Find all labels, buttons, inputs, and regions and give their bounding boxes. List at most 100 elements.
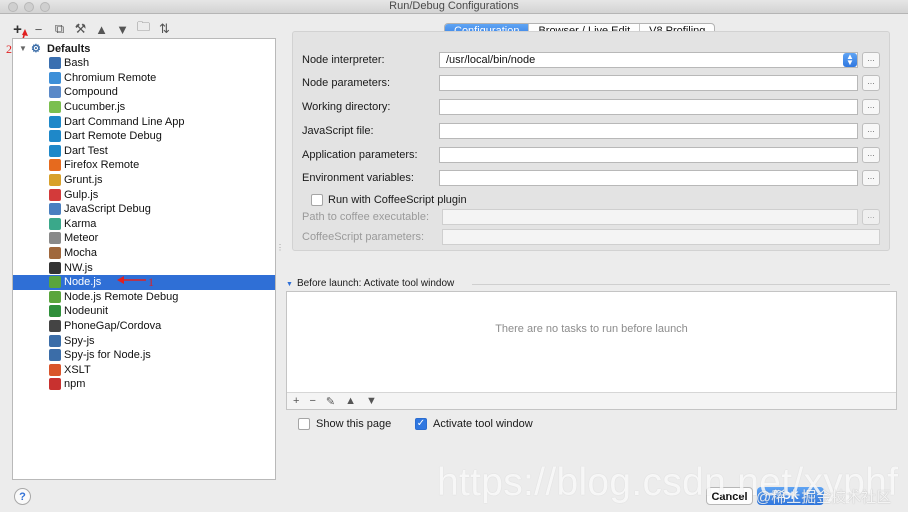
tree-item[interactable]: Gulp.js — [13, 187, 275, 202]
tree-item-label: Bash — [64, 57, 90, 70]
config-tree[interactable]: ▼ ⚙ Defaults Bash Chromium Remote Compound… — [12, 38, 276, 480]
tree-item[interactable]: Dart Remote Debug — [13, 129, 275, 144]
splitter-handle[interactable]: ⋮ — [276, 243, 284, 252]
tree-item[interactable]: Node.js Remote Debug — [13, 290, 275, 305]
show-this-page-checkbox[interactable] — [298, 418, 310, 430]
environment-variables-browse-button[interactable]: ... — [862, 170, 880, 186]
defaults-wrench-icon: ⚙ — [31, 43, 41, 55]
application-parameters-browse-button[interactable]: ... — [862, 147, 880, 163]
tree-item[interactable]: Grunt.js — [13, 173, 275, 188]
config-type-icon — [49, 349, 61, 362]
move-up-button[interactable]: ▲ — [94, 22, 109, 37]
activate-tool-window-checkbox[interactable]: ✓ — [415, 418, 427, 430]
before-launch-title: Before launch: Activate tool window — [296, 278, 455, 289]
folder-icon: 🗀 — [136, 19, 150, 34]
move-task-down-icon[interactable]: ▼ — [366, 395, 377, 407]
tree-item-label: NW.js — [64, 261, 93, 274]
coffee-path-input[interactable] — [442, 209, 858, 225]
before-launch-header[interactable]: ▼ Before launch: Activate tool window — [286, 278, 454, 289]
remove-button[interactable]: − — [31, 22, 46, 37]
config-type-icon — [49, 188, 61, 201]
copy-button[interactable]: ⧉ — [52, 21, 67, 37]
tree-item[interactable]: Spy-js — [13, 333, 275, 348]
before-launch-task-list[interactable]: There are no tasks to run before launch … — [286, 291, 897, 410]
working-directory-browse-button[interactable]: ... — [862, 99, 880, 115]
edit-task-icon[interactable]: ✎ — [326, 395, 335, 408]
help-button[interactable]: ? — [14, 488, 31, 505]
tree-item[interactable]: Bash — [13, 56, 275, 71]
tree-item-label: Node.js Remote Debug — [64, 290, 179, 303]
add-task-icon[interactable]: + — [293, 395, 299, 407]
application-parameters-input[interactable] — [439, 147, 858, 163]
tree-item[interactable]: Dart Command Line App — [13, 114, 275, 129]
tree-item-label: JavaScript Debug — [64, 203, 151, 216]
tree-item[interactable]: npm — [13, 377, 275, 392]
tree-item-label: Spy-js for Node.js — [64, 349, 151, 362]
before-launch-toolbar: + − ✎ ▲ ▼ — [287, 392, 896, 409]
expand-arrow-icon[interactable]: ▼ — [19, 44, 31, 53]
tree-root-defaults[interactable]: ▼ ⚙ Defaults — [19, 41, 90, 56]
select-chevron-icon: ▲ ▼ — [843, 53, 857, 67]
tree-root-label: Defaults — [47, 42, 91, 55]
config-type-icon — [49, 290, 61, 303]
node-parameters-input[interactable] — [439, 75, 858, 91]
config-type-icon — [49, 174, 61, 187]
node-parameters-browse-button[interactable]: ... — [862, 75, 880, 91]
application-parameters-label: Application parameters: — [302, 149, 418, 161]
show-this-page-label: Show this page — [316, 418, 392, 430]
tree-item[interactable]: Cucumber.js — [13, 100, 275, 115]
collapse-triangle-icon[interactable]: ▼ — [286, 281, 293, 288]
tree-item-label: Dart Command Line App — [64, 115, 185, 128]
arrow-up-icon: ▲ — [95, 21, 108, 37]
working-directory-input[interactable] — [439, 99, 858, 115]
coffeescript-plugin-checkbox[interactable] — [311, 194, 323, 206]
title-bar: Run/Debug Configurations — [0, 0, 908, 14]
tree-item-label: Compound — [64, 86, 118, 99]
config-type-icon — [49, 217, 61, 230]
sort-icon: ⇅ — [159, 21, 170, 36]
environment-variables-label: Environment variables: — [302, 172, 414, 184]
tree-item-label: Karma — [64, 217, 97, 230]
environment-variables-input[interactable] — [439, 170, 858, 186]
tree-item[interactable]: Dart Test — [13, 144, 275, 159]
tree-item[interactable]: Spy-js for Node.js — [13, 348, 275, 363]
config-type-icon — [49, 130, 61, 143]
tree-item-label: Dart Remote Debug — [64, 130, 162, 143]
tree-item-label: Chromium Remote — [64, 71, 157, 84]
coffee-params-label: CoffeeScript parameters: — [302, 231, 425, 243]
config-type-icon — [49, 159, 61, 172]
tree-item[interactable]: Nodeunit — [13, 304, 275, 319]
folder-button[interactable]: 🗀 — [136, 19, 151, 37]
coffee-path-browse-button[interactable]: ... — [862, 209, 880, 225]
before-launch-divider — [472, 284, 890, 285]
config-type-icon — [49, 101, 61, 114]
tree-item[interactable]: Karma — [13, 217, 275, 232]
tree-item[interactable]: Chromium Remote — [13, 71, 275, 86]
tree-item[interactable]: Mocha — [13, 246, 275, 261]
tree-item[interactable]: Compound — [13, 85, 275, 100]
edit-defaults-button[interactable]: ⚒ — [73, 21, 88, 37]
move-down-button[interactable]: ▼ — [115, 22, 130, 37]
tree-item[interactable]: Meteor — [13, 231, 275, 246]
remove-task-icon[interactable]: − — [309, 395, 315, 407]
config-type-icon — [49, 115, 61, 128]
node-interpreter-select[interactable]: /usr/local/bin/node ▲ ▼ — [439, 52, 858, 68]
move-task-up-icon[interactable]: ▲ — [345, 395, 356, 407]
node-interpreter-label: Node interpreter: — [302, 54, 385, 66]
wrench-icon: ⚒ — [74, 21, 87, 36]
javascript-file-input[interactable] — [439, 123, 858, 139]
config-type-icon — [49, 305, 61, 318]
config-type-icon — [49, 86, 61, 99]
javascript-file-browse-button[interactable]: ... — [862, 123, 880, 139]
coffee-params-input[interactable] — [442, 229, 880, 245]
config-type-icon — [49, 203, 61, 216]
tree-item[interactable]: Firefox Remote — [13, 158, 275, 173]
node-interpreter-value: /usr/local/bin/node — [446, 54, 536, 66]
sort-button[interactable]: ⇅ — [157, 21, 172, 37]
coffeescript-plugin-label: Run with CoffeeScript plugin — [328, 194, 467, 206]
tree-item[interactable]: PhoneGap/Cordova — [13, 319, 275, 334]
tree-item[interactable]: XSLT — [13, 363, 275, 378]
tree-item[interactable]: JavaScript Debug — [13, 202, 275, 217]
node-interpreter-browse-button[interactable]: ... — [862, 52, 880, 68]
tree-item-label: Dart Test — [64, 144, 108, 157]
